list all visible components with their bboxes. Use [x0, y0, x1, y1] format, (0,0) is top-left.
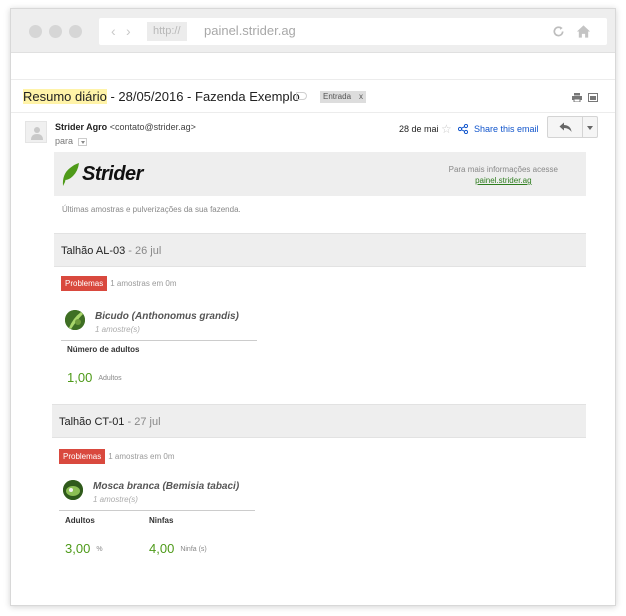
- metric-unit: Adultos: [98, 375, 122, 382]
- brand-name: Strider: [82, 163, 143, 185]
- sender-name-text: Strider Agro: [55, 122, 108, 132]
- reload-icon[interactable]: [552, 25, 565, 38]
- metric-number: 1,00: [67, 370, 93, 385]
- panel-link[interactable]: painel.strider.ag: [449, 175, 558, 186]
- metric-unit: %: [96, 546, 103, 553]
- share-email-link[interactable]: Share this email: [474, 124, 539, 134]
- browser-window: ‹ › http:// painel.strider.ag Resumo diá…: [10, 8, 616, 606]
- more-info-text: Para mais informações acesse: [448, 165, 558, 174]
- window-maximize-dot[interactable]: [69, 25, 82, 38]
- window-minimize-dot[interactable]: [49, 25, 62, 38]
- species-name: Bicudo (Anthonomus grandis): [95, 311, 239, 322]
- print-icon[interactable]: [572, 93, 582, 102]
- back-arrow-icon[interactable]: ‹: [111, 23, 116, 39]
- inbox-label-text: Entrada: [323, 92, 352, 101]
- brand-banner: Strider Para mais informações acesse pai…: [54, 152, 586, 196]
- problems-badge: Problemas: [61, 276, 108, 291]
- sender-email: <contato@strider.ag>: [109, 122, 196, 132]
- inbox-label[interactable]: Entrada x: [320, 91, 367, 103]
- plot-date: 27 jul: [134, 416, 161, 428]
- species-thumbnail: [63, 480, 83, 500]
- intro-text: Últimas amostras e pulverizações da sua …: [62, 205, 241, 214]
- problems-badge: Problemas: [59, 449, 106, 464]
- label-tag-icon[interactable]: [296, 92, 307, 100]
- species-count: 1 amostre(s): [93, 495, 138, 504]
- plot-title: Talhão CT-01 - 27 jul: [59, 416, 161, 428]
- samples-text: 1 amostras em 0m: [110, 279, 177, 288]
- email-date: 28 de mai: [399, 124, 439, 134]
- email-body: Strider Para mais informações acesse pai…: [52, 152, 586, 556]
- species-count: 1 amostre(s): [95, 325, 140, 334]
- remove-label-icon[interactable]: x: [359, 92, 363, 101]
- email-subject: Resumo diário - 28/05/2016 - Fazenda Exe…: [23, 89, 300, 104]
- plot-title-separator: -: [124, 416, 135, 428]
- new-window-icon[interactable]: [588, 93, 598, 102]
- url-text[interactable]: painel.strider.ag: [204, 23, 296, 38]
- samples-summary: Problemas 1 amostras em 0m: [59, 449, 175, 464]
- reply-icon: [559, 122, 572, 132]
- metric-value: 3,00%: [65, 541, 103, 556]
- metric-number: 4,00: [149, 541, 175, 556]
- subject-highlight: Resumo diário: [23, 89, 107, 104]
- to-label: para: [55, 136, 74, 146]
- metric-label: Número de adultos: [67, 345, 140, 354]
- forward-arrow-icon[interactable]: ›: [126, 23, 131, 39]
- species-name: Mosca branca (Bemisia tabaci): [93, 481, 240, 492]
- plot-name: Talhão CT-01: [59, 416, 125, 428]
- leaf-icon: [62, 163, 79, 186]
- window-close-dot[interactable]: [29, 25, 42, 38]
- address-bar[interactable]: ‹ › http:// painel.strider.ag: [99, 18, 607, 45]
- sender-name[interactable]: Strider Agro <contato@strider.ag>: [55, 122, 196, 132]
- metric-unit: Ninfa (s): [180, 546, 207, 553]
- reply-button[interactable]: [547, 116, 583, 138]
- species-row: Mosca branca (Bemisia tabaci) 1 amostre(…: [59, 477, 255, 511]
- star-icon[interactable]: ☆: [441, 122, 452, 136]
- plot-name: Talhão AL-03: [61, 245, 126, 257]
- person-icon: [31, 127, 43, 140]
- subject-rest: - 28/05/2016 - Fazenda Exemplo: [106, 89, 300, 104]
- plot-date: 26 jul: [135, 245, 162, 257]
- metric-label: Adultos: [65, 516, 95, 525]
- species-row: Bicudo (Anthonomus grandis) 1 amostre(s): [61, 307, 257, 341]
- home-icon[interactable]: [576, 24, 591, 39]
- samples-summary: Problemas 1 amostras em 0m: [61, 276, 177, 291]
- more-actions-button[interactable]: [582, 116, 598, 138]
- plot-title: Talhão AL-03 - 26 jul: [61, 245, 161, 257]
- plot-title-separator: -: [125, 245, 135, 257]
- email-subject-row: Resumo diário - 28/05/2016 - Fazenda Exe…: [11, 79, 615, 113]
- share-icon[interactable]: [458, 124, 468, 134]
- metric-value: 4,00 Ninfa (s): [149, 541, 207, 556]
- more-info: Para mais informações acesse painel.stri…: [449, 164, 558, 186]
- plot-header: Talhão AL-03 - 26 jul: [54, 233, 586, 267]
- metric-label: Ninfas: [149, 516, 174, 525]
- metric-value: 1,00 Adultos: [67, 370, 122, 385]
- email-sender-row: Strider Agro <contato@strider.ag> para 2…: [11, 113, 615, 153]
- plot-header: Talhão CT-01 - 27 jul: [52, 404, 586, 438]
- species-thumbnail: [65, 310, 85, 330]
- browser-toolbar: ‹ › http:// painel.strider.ag: [11, 9, 615, 53]
- metric-number: 3,00: [65, 541, 91, 556]
- url-protocol: http://: [147, 22, 187, 41]
- recipient-details-toggle[interactable]: [77, 137, 87, 146]
- samples-text: 1 amostras em 0m: [108, 452, 175, 461]
- sender-avatar[interactable]: [25, 121, 47, 143]
- recipient-line: para: [55, 136, 87, 146]
- strider-logo: Strider: [60, 162, 150, 188]
